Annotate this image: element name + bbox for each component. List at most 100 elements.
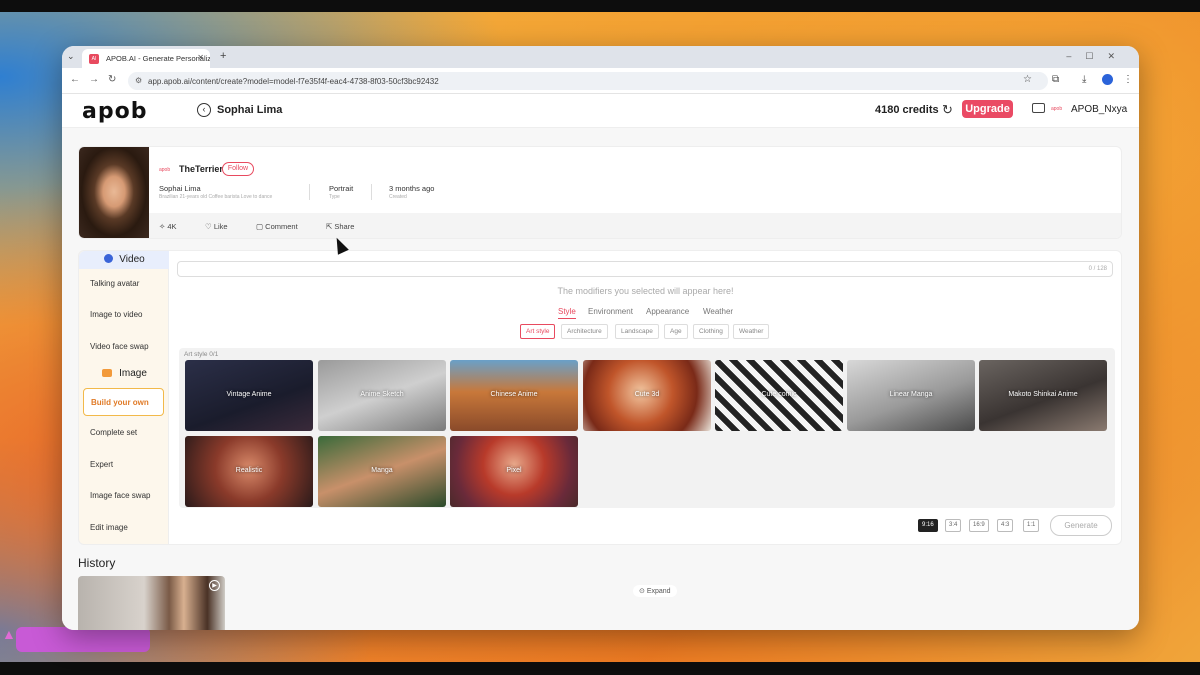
ratio-16-9[interactable]: 16:9 bbox=[969, 519, 989, 532]
owner-name[interactable]: TheTerrier bbox=[179, 164, 223, 174]
reload-icon[interactable]: ↻ bbox=[108, 74, 116, 85]
prompt-input[interactable]: 0 / 128 bbox=[177, 261, 1113, 277]
gallery-label: Art style 0/1 bbox=[184, 351, 219, 358]
tab-title: APOB.AI - Generate Personalize bbox=[106, 54, 210, 63]
ratio-3-4[interactable]: 3:4 bbox=[945, 519, 962, 532]
sidebar-item-complete-set[interactable]: Complete set bbox=[90, 428, 137, 437]
style-gallery: Art style 0/1 Vintage Anime Anime Sketch… bbox=[179, 348, 1115, 597]
ratio-9-16[interactable]: 9:16 bbox=[918, 519, 938, 532]
model-description: Brazilian 21-years old Coffee barista Lo… bbox=[159, 194, 273, 200]
browser-menu-icon[interactable]: ⋮ bbox=[1123, 74, 1133, 85]
style-tile-vintage-anime[interactable]: Vintage Anime bbox=[185, 360, 313, 431]
style-tile-manga[interactable]: Manga bbox=[318, 436, 446, 507]
tab-environment[interactable]: Environment bbox=[588, 307, 633, 316]
download-icon[interactable]: ⤓ bbox=[1082, 74, 1086, 85]
upgrade-button[interactable]: Upgrade bbox=[962, 100, 1013, 118]
video-section-header: Video bbox=[79, 251, 170, 269]
screen-border-bottom bbox=[0, 662, 1200, 675]
mail-icon[interactable] bbox=[1032, 103, 1045, 113]
sidebar-item-expert[interactable]: Expert bbox=[90, 460, 113, 469]
history-title: History bbox=[78, 556, 116, 570]
tab-search-icon[interactable]: ⌄ bbox=[67, 51, 75, 62]
url-field[interactable]: ⚙ app.apob.ai/content/create?model=model… bbox=[128, 72, 1048, 90]
browser-window: ⌄ AI APOB.AI - Generate Personalize ✕ + … bbox=[62, 46, 1139, 630]
sidebar-item-build-your-own[interactable]: Build your own bbox=[83, 388, 164, 416]
style-tile-realistic[interactable]: Realistic bbox=[185, 436, 313, 507]
style-tile-cute-3d[interactable]: Cute 3d bbox=[583, 360, 711, 431]
tab-style[interactable]: Style bbox=[558, 307, 576, 319]
user-brand-icon: apob bbox=[1051, 106, 1063, 112]
model-card: apob TheTerrier Follow Sophai Lima Brazi… bbox=[78, 146, 1122, 239]
like-button[interactable]: ♡ Like bbox=[205, 222, 228, 231]
owner-brand-icon: apob bbox=[159, 167, 171, 173]
address-bar-row: ← → ↻ ⚙ app.apob.ai/content/create?model… bbox=[62, 68, 1139, 94]
image-icon bbox=[102, 369, 113, 377]
style-tile-chinese-anime[interactable]: Chinese Anime bbox=[450, 360, 578, 431]
ratio-1-1[interactable]: 1:1 bbox=[1023, 519, 1040, 532]
ratio-4-3[interactable]: 4:3 bbox=[997, 519, 1014, 532]
browser-tab[interactable]: AI APOB.AI - Generate Personalize ✕ bbox=[82, 49, 210, 68]
new-tab-icon[interactable]: + bbox=[220, 50, 226, 62]
username[interactable]: APOB_Nxya bbox=[1071, 104, 1127, 115]
history-item[interactable]: ▶ bbox=[78, 576, 225, 630]
sidebar-item-image-face-swap[interactable]: Image face swap bbox=[90, 491, 150, 500]
views-stat: ✧ 4K bbox=[159, 222, 177, 231]
chip-art-style[interactable]: Art style bbox=[520, 324, 556, 339]
close-tab-icon[interactable]: ✕ bbox=[197, 53, 204, 62]
tab-strip: ⌄ AI APOB.AI - Generate Personalize ✕ + … bbox=[62, 46, 1139, 68]
style-tile-pixel[interactable]: Pixel bbox=[450, 436, 578, 507]
sidebar-item-video-face-swap[interactable]: Video face swap bbox=[90, 342, 149, 351]
divider bbox=[309, 184, 310, 200]
model-photo[interactable] bbox=[79, 147, 149, 238]
comment-button[interactable]: ▢ Comment bbox=[256, 222, 298, 231]
extensions-icon[interactable]: ⧉ bbox=[1052, 74, 1059, 85]
model-title: Sophai Lima bbox=[217, 104, 283, 116]
back-arrow-icon[interactable]: ‹ bbox=[197, 103, 211, 117]
apob-logo[interactable]: apob bbox=[82, 99, 147, 124]
play-icon[interactable]: ▶ bbox=[209, 580, 220, 591]
tab-weather[interactable]: Weather bbox=[703, 307, 733, 316]
type-value: Portrait bbox=[329, 184, 354, 193]
type-label: Type bbox=[329, 194, 340, 200]
generate-button[interactable]: Generate bbox=[1050, 515, 1112, 536]
chip-landscape[interactable]: Landscape bbox=[615, 324, 659, 339]
created-label: Created bbox=[389, 194, 407, 200]
sidebar-item-talking-avatar[interactable]: Talking avatar bbox=[90, 279, 139, 288]
chip-weather[interactable]: Weather bbox=[733, 324, 770, 339]
style-tile-cute-comic[interactable]: Cute comic bbox=[715, 360, 843, 431]
forward-nav-icon[interactable]: → bbox=[89, 74, 99, 85]
site-info-icon[interactable]: ⚙ bbox=[135, 76, 142, 85]
image-section-header: Image bbox=[79, 365, 170, 383]
window-controls[interactable]: –☐✕ bbox=[1066, 51, 1129, 62]
modifier-hint: The modifiers you selected will appear h… bbox=[557, 286, 734, 296]
expand-button[interactable]: ⊙ Expand bbox=[633, 585, 677, 597]
url-text: app.apob.ai/content/create?model=model-f… bbox=[148, 77, 439, 86]
apob-favicon-icon: AI bbox=[89, 54, 99, 64]
sidebar-item-image-to-video[interactable]: Image to video bbox=[90, 310, 142, 319]
chip-architecture[interactable]: Architecture bbox=[561, 324, 608, 339]
bookmark-star-icon[interactable]: ☆ bbox=[1023, 74, 1032, 85]
credits-count: 4180 credits bbox=[875, 104, 939, 116]
chip-age[interactable]: Age bbox=[664, 324, 688, 339]
style-tile-anime-sketch[interactable]: Anime Sketch bbox=[318, 360, 446, 431]
dock-pill[interactable] bbox=[16, 627, 150, 652]
chip-clothing[interactable]: Clothing bbox=[693, 324, 729, 339]
main-content: apob TheTerrier Follow Sophai Lima Brazi… bbox=[62, 128, 1139, 630]
back-nav-icon[interactable]: ← bbox=[70, 74, 80, 85]
follow-button[interactable]: Follow bbox=[222, 162, 254, 176]
tool-sidebar: Video Talking avatar Image to video Vide… bbox=[78, 250, 170, 545]
model-name-meta: Sophai Lima bbox=[159, 184, 201, 193]
profile-icon[interactable] bbox=[1102, 74, 1113, 88]
video-icon bbox=[104, 254, 114, 263]
share-button[interactable]: ⇱ Share bbox=[326, 222, 354, 231]
prompt-char-count: 0 / 128 bbox=[1088, 266, 1107, 272]
created-value: 3 months ago bbox=[389, 184, 435, 193]
style-tile-makoto-shinkai-anime[interactable]: Makoto Shinkai Anime bbox=[979, 360, 1107, 431]
style-tile-linear-manga[interactable]: Linear Manga bbox=[847, 360, 975, 431]
dock-icon[interactable]: ▲ bbox=[2, 626, 16, 648]
refresh-credits-icon[interactable]: ↻ bbox=[942, 102, 953, 118]
divider bbox=[371, 184, 372, 200]
tab-appearance[interactable]: Appearance bbox=[646, 307, 689, 316]
screen-border-top bbox=[0, 0, 1200, 12]
sidebar-item-edit-image[interactable]: Edit image bbox=[90, 523, 128, 532]
